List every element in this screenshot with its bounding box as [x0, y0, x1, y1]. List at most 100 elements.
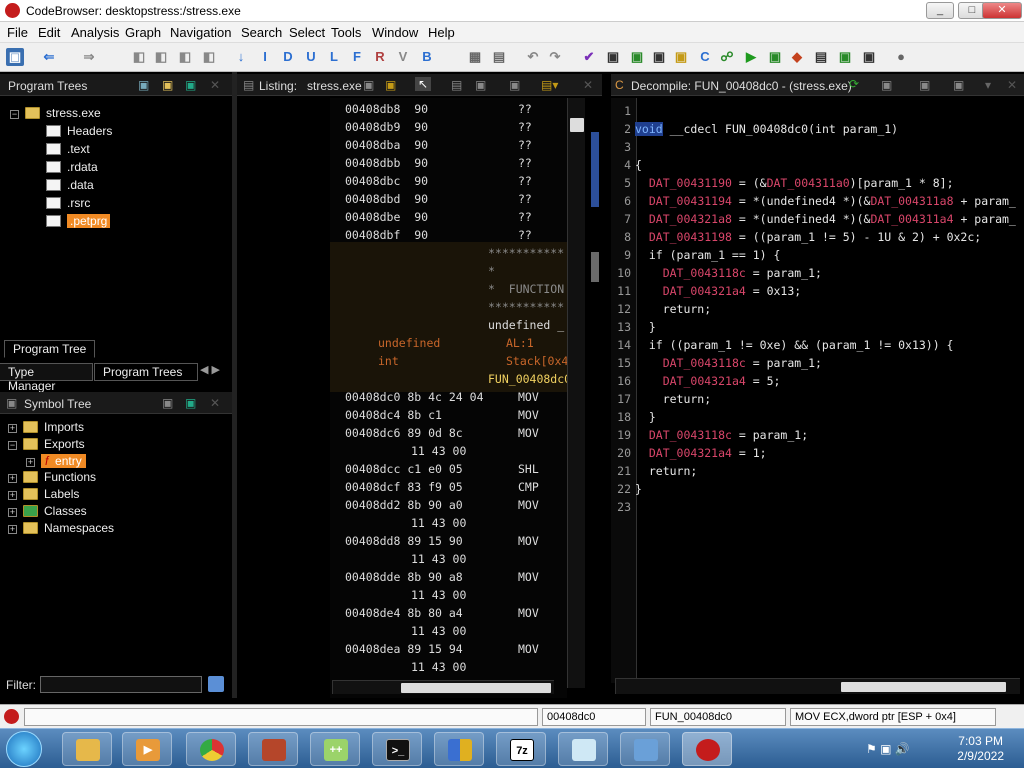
code-line-12[interactable]: 12 return; — [611, 302, 711, 320]
symbol-entry[interactable]: + f entry — [26, 454, 86, 471]
snapshot-decompile-icon[interactable]: ▣ — [953, 78, 964, 92]
listing-vertical-scrollbar[interactable] — [567, 98, 585, 688]
code-row[interactable]: 00408dcc c1 e0 05 SHL — [345, 462, 539, 480]
tab-program-trees[interactable]: Program Trees — [94, 363, 198, 381]
chat-icon[interactable]: ● — [892, 48, 910, 66]
code-line-21[interactable]: 21 return; — [611, 464, 697, 482]
taskbar-7zip[interactable]: 7z — [496, 732, 546, 766]
menu-window[interactable]: Window — [372, 25, 418, 40]
code-row[interactable]: 00408dd2 8b 90 a0 MOV — [345, 498, 539, 516]
undefined-nav-button[interactable]: U — [302, 48, 320, 66]
listing-horizontal-scrollbar[interactable] — [332, 680, 554, 694]
data-nav-button[interactable]: D — [279, 48, 297, 66]
code-row[interactable]: 00408dde 8b 90 a8 MOV — [345, 570, 539, 588]
nav-icon-2[interactable]: ◧ — [152, 48, 170, 66]
expand-icon[interactable]: + — [8, 525, 17, 534]
code-line-7[interactable]: 7 DAT_004321a8 = *(undefined4 *)(&DAT_00… — [611, 212, 1016, 230]
table-icon[interactable]: ▤ — [812, 48, 830, 66]
reference-nav-button[interactable]: R — [371, 48, 389, 66]
code-row[interactable]: 00408dcf 83 f9 05 CMP — [345, 480, 539, 498]
diff-icon[interactable]: ▣ — [475, 78, 486, 92]
code-row[interactable]: 00408dc4 8b c1 MOV — [345, 408, 539, 426]
symbol-namespaces[interactable]: + Namespaces — [8, 521, 114, 538]
new-tree-icon[interactable]: ▣ — [138, 78, 149, 92]
code-line-3[interactable]: 3 — [611, 140, 635, 158]
taskbar-control-panel[interactable] — [620, 732, 670, 766]
value-nav-button[interactable]: V — [394, 48, 412, 66]
code-line-1[interactable]: 1 — [611, 104, 635, 122]
folder-tool-icon[interactable]: ▣ — [672, 48, 690, 66]
minimize-button[interactable]: _ — [926, 2, 954, 19]
code-line-22[interactable]: 22} — [611, 482, 642, 500]
tree-item-data[interactable]: .data — [46, 178, 94, 195]
listing-close-icon[interactable]: ✕ — [583, 78, 593, 92]
code-line-5[interactable]: 5 DAT_00431190 = (&DAT_004311a0)[param_1… — [611, 176, 953, 194]
code-row[interactable]: 00408dc6 89 0d 8c MOV — [345, 426, 539, 444]
menu-file[interactable]: File — [7, 25, 28, 40]
tool-icon-1[interactable]: ▣ — [604, 48, 622, 66]
code-line-11[interactable]: 11 DAT_004321a4 = 0x13; — [611, 284, 801, 302]
menu-edit[interactable]: Edit — [38, 25, 60, 40]
code-row[interactable]: 00408de4 8b 80 a4 MOV — [345, 606, 539, 624]
code-line-19[interactable]: 19 DAT_0043118c = param_1; — [611, 428, 808, 446]
code-row[interactable]: 00408dc0 8b 4c 24 04 MOV — [345, 390, 539, 408]
collapse-icon[interactable]: − — [8, 441, 17, 450]
tree-tool-icon[interactable]: ☍ — [718, 48, 736, 66]
expand-icon[interactable]: + — [8, 508, 17, 517]
code-row[interactable]: 00408dd8 89 15 90 MOV — [345, 534, 539, 552]
menu-decompile-icon[interactable]: ▾ — [985, 78, 991, 92]
code-line-9[interactable]: 9 if (param_1 == 1) { — [611, 248, 780, 266]
memory-icon[interactable]: ▦ — [466, 48, 484, 66]
refresh-decompile-icon[interactable]: ⟳ — [849, 77, 859, 91]
tool-icon-4[interactable]: ▣ — [766, 48, 784, 66]
function-label[interactable]: FUN_00408dc0 — [488, 372, 571, 390]
symbol-exports[interactable]: − Exports — [8, 437, 85, 454]
expand-icon[interactable]: + — [26, 458, 35, 467]
code-line-4[interactable]: 4{ — [611, 158, 642, 176]
bytes-icon[interactable]: ▤ — [490, 48, 508, 66]
symbol-functions[interactable]: + Functions — [8, 470, 96, 487]
bookmark-nav-button[interactable]: B — [418, 48, 436, 66]
nav-icon-3[interactable]: ◧ — [176, 48, 194, 66]
tab-type-manager[interactable]: Type Manager — [0, 363, 93, 393]
decompile-hscroll-thumb[interactable] — [841, 682, 1006, 692]
listing-hscroll-thumb[interactable] — [401, 683, 551, 693]
undo-icon[interactable]: ↶ — [524, 48, 542, 66]
options-icon[interactable]: ▤▾ — [541, 78, 558, 92]
open-folder-icon[interactable]: ▣ — [162, 78, 173, 92]
tree-item-rdata[interactable]: .rdata — [46, 160, 98, 177]
menu-tools[interactable]: Tools — [331, 25, 361, 40]
nav-icon-1[interactable]: ◧ — [130, 48, 148, 66]
tray-icons[interactable]: ⚑ ▣ 🔊 — [866, 742, 910, 756]
symbol-refresh-icon[interactable]: ▣ — [185, 396, 196, 410]
c-tool-icon[interactable]: C — [696, 48, 714, 66]
tab-scroll-arrows[interactable]: ◀ ▶ — [200, 363, 220, 376]
menu-select[interactable]: Select — [289, 25, 325, 40]
menu-graph[interactable]: Graph — [125, 25, 161, 40]
filter-input[interactable] — [40, 676, 202, 693]
code-line-6[interactable]: 6 DAT_00431194 = *(undefined4 *)(&DAT_00… — [611, 194, 1016, 212]
menu-analysis[interactable]: Analysis — [71, 25, 119, 40]
paste-icon[interactable]: ▣ — [385, 78, 396, 92]
nav-icon-4[interactable]: ◧ — [200, 48, 218, 66]
code-row[interactable]: 00408dea 89 15 94 MOV — [345, 642, 539, 660]
save-icon[interactable]: ▣ — [6, 48, 24, 66]
menu-search[interactable]: Search — [241, 25, 282, 40]
tool-icon-2[interactable]: ▣ — [628, 48, 646, 66]
tree-root[interactable]: − stress.exe — [10, 106, 101, 123]
taskbar-installer[interactable] — [248, 732, 298, 766]
tool-icon-5[interactable]: ▣ — [836, 48, 854, 66]
code-line-16[interactable]: 16 DAT_004321a4 = 5; — [611, 374, 780, 392]
decompile-close-icon[interactable]: ✕ — [1007, 78, 1017, 92]
run-icon[interactable]: ▶ — [742, 48, 760, 66]
instruction-nav-button[interactable]: I — [256, 48, 274, 66]
function-nav-button[interactable]: F — [348, 48, 366, 66]
code-line-14[interactable]: 14 if ((param_1 != 0xe) && (param_1 != 0… — [611, 338, 953, 356]
tree-item-petprg[interactable]: .petprg — [46, 214, 111, 231]
expand-icon[interactable]: + — [8, 474, 17, 483]
collapse-icon[interactable]: − — [10, 110, 19, 119]
code-line-15[interactable]: 15 DAT_0043118c = param_1; — [611, 356, 822, 374]
copy-decompile-icon[interactable]: ▣ — [881, 78, 892, 92]
tree-item-text[interactable]: .text — [46, 142, 90, 159]
tool-icon-3[interactable]: ▣ — [650, 48, 668, 66]
